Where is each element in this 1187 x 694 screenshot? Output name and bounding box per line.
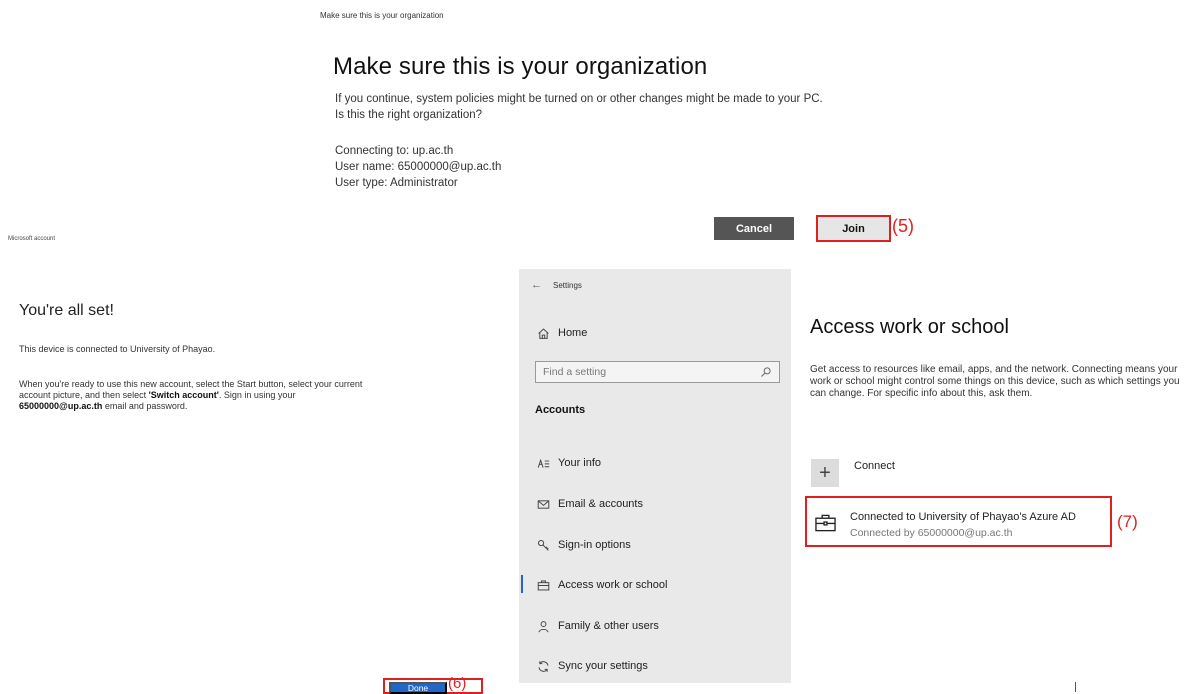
instructions-line-2: account picture, and then select 'Switch… (19, 390, 295, 401)
connected-org-subtitle: Connected by 65000000@up.ac.th (850, 527, 1013, 539)
sidebar-item-label: Access work or school (558, 579, 668, 591)
instructions-text: . Sign in using your (218, 390, 296, 400)
sidebar-item-sync-your-settings[interactable]: Sync your settings (537, 656, 648, 676)
search-placeholder: Find a setting (543, 366, 607, 378)
user-type-text: User type: Administrator (335, 177, 458, 189)
nav-home-label: Home (558, 327, 588, 339)
step-7-label: (7) (1117, 512, 1138, 531)
accounts-section-heading: Accounts (535, 404, 586, 416)
connect-label[interactable]: Connect (854, 460, 895, 472)
account-email: 65000000@up.ac.th (19, 401, 103, 411)
instructions-line-3: 65000000@up.ac.th email and password. (19, 401, 187, 412)
page-title: Access work or school (810, 316, 1009, 338)
switch-account-text: 'Switch account' (148, 390, 219, 400)
user-name-text: User name: 65000000@up.ac.th (335, 161, 502, 173)
connect-button[interactable]: + (811, 459, 839, 487)
key-icon (537, 539, 558, 552)
search-input[interactable]: Find a setting (535, 361, 780, 383)
connected-message: This device is connected to University o… (19, 344, 216, 354)
settings-title: Settings (553, 281, 582, 290)
join-dialog-message: If you continue, system policies might b… (335, 93, 823, 105)
back-arrow-icon[interactable]: ← (531, 279, 542, 291)
all-set-title: You're all set! (19, 302, 114, 319)
corner-divider (1075, 682, 1076, 692)
nav-home[interactable]: Home (537, 323, 587, 343)
connecting-to-text: Connecting to: up.ac.th (335, 145, 454, 157)
done-button[interactable]: Done (389, 682, 447, 694)
search-icon (761, 367, 771, 377)
sidebar-item-sign-in-options[interactable]: Sign-in options (537, 535, 631, 555)
sidebar-item-label: Email & accounts (558, 498, 643, 510)
sidebar-item-email-accounts[interactable]: Email & accounts (537, 494, 643, 514)
sidebar-item-family-other-users[interactable]: Family & other users (537, 616, 659, 636)
instructions-text: email and password. (102, 401, 188, 411)
page-description: Get access to resources like email, apps… (810, 364, 1180, 399)
instructions-text: account picture, and then select (19, 390, 149, 400)
sidebar-item-label: Family & other users (558, 620, 659, 632)
plus-icon: + (819, 461, 831, 484)
person-list-icon (537, 457, 558, 470)
sidebar-item-access-work-or-school[interactable]: Access work or school (537, 575, 667, 595)
join-dialog-title: Make sure this is your organization (333, 53, 708, 80)
sidebar-item-label: Your info (558, 457, 602, 469)
briefcase-icon (815, 514, 836, 532)
step-5-label: (5) (892, 216, 914, 236)
cancel-button[interactable]: Cancel (714, 217, 794, 240)
step-6-label: (6) (448, 675, 467, 692)
connected-org-title: Connected to University of Phayao's Azur… (850, 511, 1076, 523)
sidebar-item-label: Sync your settings (558, 660, 648, 672)
join-button[interactable]: Join (816, 215, 891, 242)
home-icon (537, 327, 558, 340)
instructions-line-1: When you're ready to use this new accoun… (19, 379, 363, 389)
microsoft-account-caption: Microsoft account (8, 236, 56, 242)
active-indicator (521, 575, 523, 593)
sidebar-item-label: Sign-in options (558, 539, 631, 551)
briefcase-icon (537, 579, 558, 592)
sidebar-item-your-info[interactable]: Your info (537, 453, 601, 473)
mail-icon (537, 498, 558, 511)
sync-icon (537, 660, 558, 673)
join-dialog-question: Is this the right organization? (335, 109, 483, 121)
join-dialog-caption: Make sure this is your organization (320, 11, 444, 20)
person-icon (537, 620, 558, 633)
